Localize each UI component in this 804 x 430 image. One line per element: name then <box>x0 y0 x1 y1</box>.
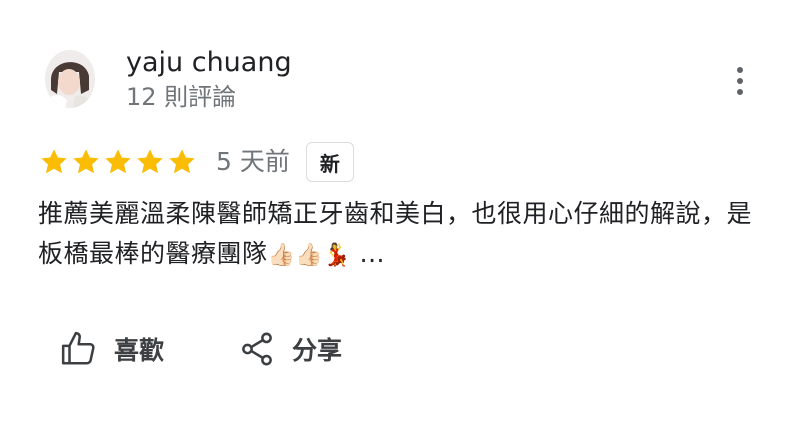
star-rating <box>38 146 198 178</box>
review-emojis: 👍🏻👍🏻💃 <box>267 243 352 268</box>
rating-row: 5 天前 新 <box>38 142 354 182</box>
more-ellipsis[interactable]: ... <box>360 239 385 268</box>
review-actions: 喜歡 分享 <box>60 330 342 368</box>
review-text: 推薦美麗溫柔陳醫師矯正牙齒和美白，也很用心仔細的解說，是板橋最棒的醫療團隊 <box>38 199 753 268</box>
new-badge: 新 <box>305 142 354 182</box>
dot <box>737 67 743 73</box>
star-icon <box>137 149 163 174</box>
dot <box>737 89 743 95</box>
more-options-icon[interactable] <box>726 64 754 98</box>
review-count: 12 則評論 <box>126 83 237 111</box>
avatar-photo <box>45 50 95 108</box>
review-text-block: 推薦美麗溫柔陳醫師矯正牙齒和美白，也很用心仔細的解說，是板橋最棒的醫療團隊👍🏻👍… <box>38 194 758 276</box>
like-button[interactable]: 喜歡 <box>60 330 164 368</box>
review-card: yaju chuang 12 則評論 5 天前 新 推薦美麗溫柔陳醫師矯正牙齒和… <box>0 0 804 430</box>
review-time: 5 天前 <box>216 147 290 176</box>
dot <box>737 78 743 84</box>
star-icon <box>105 149 131 174</box>
thumbs-up-icon <box>61 331 95 365</box>
reviewer-name[interactable]: yaju chuang <box>126 45 292 81</box>
star-icon <box>41 149 67 174</box>
share-button[interactable]: 分享 <box>238 330 342 368</box>
star-icon <box>169 149 195 174</box>
share-icon <box>242 332 272 366</box>
share-label: 分享 <box>292 336 343 365</box>
like-label: 喜歡 <box>114 336 165 365</box>
reviewer-avatar[interactable] <box>45 50 95 108</box>
star-icon <box>73 149 99 174</box>
